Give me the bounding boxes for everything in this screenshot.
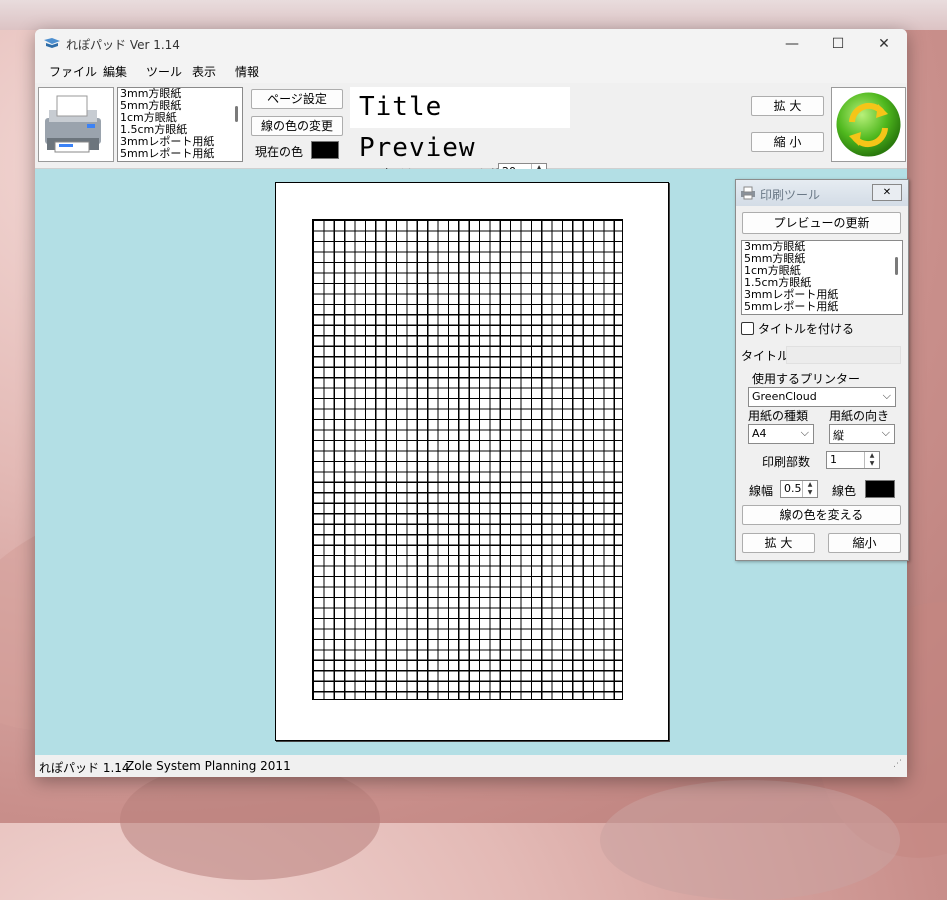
orientation-value: 縦: [833, 429, 844, 442]
title-input[interactable]: [786, 346, 901, 364]
add-title-checkbox[interactable]: [741, 322, 754, 335]
line-color-swatch[interactable]: [865, 480, 895, 498]
copies-label: 印刷部数: [762, 455, 811, 469]
paper-sheet: [275, 182, 669, 741]
resize-grip-icon[interactable]: ⋰: [893, 759, 902, 769]
menu-bar: ファイル 編集 ツール 表示 情報: [35, 59, 907, 83]
line-width-label: 線幅: [749, 484, 774, 498]
line-width-value[interactable]: 0.5: [784, 482, 802, 495]
print-tool-titlebar[interactable]: 印刷ツール ✕: [736, 180, 908, 206]
change-line-color-button[interactable]: 線の色を変える: [742, 505, 901, 525]
list-item[interactable]: 5mmレポート用紙: [118, 148, 242, 160]
orientation-label: 用紙の向き: [829, 409, 890, 423]
refresh-button[interactable]: [831, 87, 906, 162]
printer-icon: [741, 186, 755, 200]
chevron-down-icon: ⌵: [882, 389, 891, 402]
paper-type-select[interactable]: A4 ⌵: [748, 424, 814, 444]
panel-zoom-in-button[interactable]: 拡 大: [742, 533, 815, 553]
refresh-icon: [836, 92, 901, 157]
zoom-out-button[interactable]: 縮 小: [751, 132, 824, 152]
status-bar: れぽパッド 1.14 Zole System Planning 2011 ⋰: [35, 755, 907, 777]
window-title: れぽパッド Ver 1.14: [66, 38, 180, 52]
print-tool-panel: 印刷ツール ✕ プレビューの更新 3mm方眼紙 5mm方眼紙 1cm方眼紙 1.…: [735, 179, 909, 561]
printer-label: 使用するプリンター: [752, 372, 861, 386]
copies-spinner[interactable]: 1 ▲ ▼: [826, 451, 880, 469]
close-button[interactable]: ✕: [861, 29, 907, 59]
list-scrollbar[interactable]: [235, 106, 238, 122]
list-item[interactable]: 5mmレポート用紙: [742, 301, 902, 313]
line-color-label: 線色: [832, 484, 857, 498]
toolbar: 3mm方眼紙 5mm方眼紙 1cm方眼紙 1.5cm方眼紙 3mmレポート用紙 …: [35, 84, 907, 181]
spin-up-icon[interactable]: ▲: [865, 452, 879, 460]
spin-up-icon[interactable]: ▲: [803, 481, 817, 489]
title-preview: Title Preview: [350, 87, 570, 163]
menu-view[interactable]: 表示: [192, 63, 216, 80]
panel-zoom-out-button[interactable]: 縮小: [828, 533, 901, 553]
paper-type-label: 用紙の種類: [748, 409, 809, 423]
status-company: Zole System Planning 2011: [126, 759, 291, 773]
menu-edit[interactable]: 編集: [103, 63, 127, 80]
current-color-swatch: [311, 141, 339, 159]
wallpaper-petal: [120, 760, 380, 880]
printer-icon: [45, 95, 101, 153]
add-title-label[interactable]: タイトルを付ける: [758, 320, 854, 337]
printer-value: GreenCloud: [752, 390, 817, 403]
print-tool-title: 印刷ツール: [760, 188, 821, 202]
menu-file[interactable]: ファイル: [49, 63, 97, 80]
print-button[interactable]: [38, 87, 114, 162]
app-icon: [44, 38, 60, 48]
spin-down-icon[interactable]: ▼: [803, 489, 817, 497]
grid-paper: [312, 219, 623, 700]
page-setup-button[interactable]: ページ設定: [251, 89, 343, 109]
menu-tools[interactable]: ツール: [146, 63, 182, 80]
copies-value[interactable]: 1: [830, 453, 837, 466]
paper-type-list[interactable]: 3mm方眼紙 5mm方眼紙 1cm方眼紙 1.5cm方眼紙 3mmレポート用紙 …: [117, 87, 243, 162]
paper-type-value: A4: [752, 427, 767, 440]
spinner-arrows[interactable]: ▲ ▼: [864, 452, 879, 468]
change-line-color-button[interactable]: 線の色の変更: [251, 116, 343, 136]
print-paper-list[interactable]: 3mm方眼紙 5mm方眼紙 1cm方眼紙 1.5cm方眼紙 3mmレポート用紙 …: [741, 240, 903, 315]
title-field-label: タイトル: [741, 349, 790, 363]
current-color-label: 現在の色: [255, 145, 304, 159]
spinner-arrows[interactable]: ▲ ▼: [802, 481, 817, 497]
list-scrollbar[interactable]: [895, 257, 898, 275]
preview-update-button[interactable]: プレビューの更新: [742, 212, 901, 234]
title-bar[interactable]: れぽパッド Ver 1.14 — ☐ ✕: [35, 29, 907, 59]
line-width-spinner[interactable]: 0.5 ▲ ▼: [780, 480, 818, 498]
maximize-button[interactable]: ☐: [815, 29, 861, 59]
print-tool-close-button[interactable]: ✕: [872, 184, 902, 201]
status-app-version: れぽパッド 1.14: [39, 761, 130, 775]
printer-select[interactable]: GreenCloud ⌵: [748, 387, 896, 407]
menu-info[interactable]: 情報: [235, 63, 259, 80]
desktop-top-strip: [0, 0, 947, 30]
chevron-down-icon: ⌵: [881, 426, 890, 439]
wallpaper-petal: [600, 780, 900, 900]
spin-down-icon[interactable]: ▼: [865, 460, 879, 468]
orientation-select[interactable]: 縦 ⌵: [829, 424, 895, 444]
chevron-down-icon: ⌵: [800, 426, 809, 439]
minimize-button[interactable]: —: [769, 29, 815, 59]
zoom-in-button[interactable]: 拡 大: [751, 96, 824, 116]
